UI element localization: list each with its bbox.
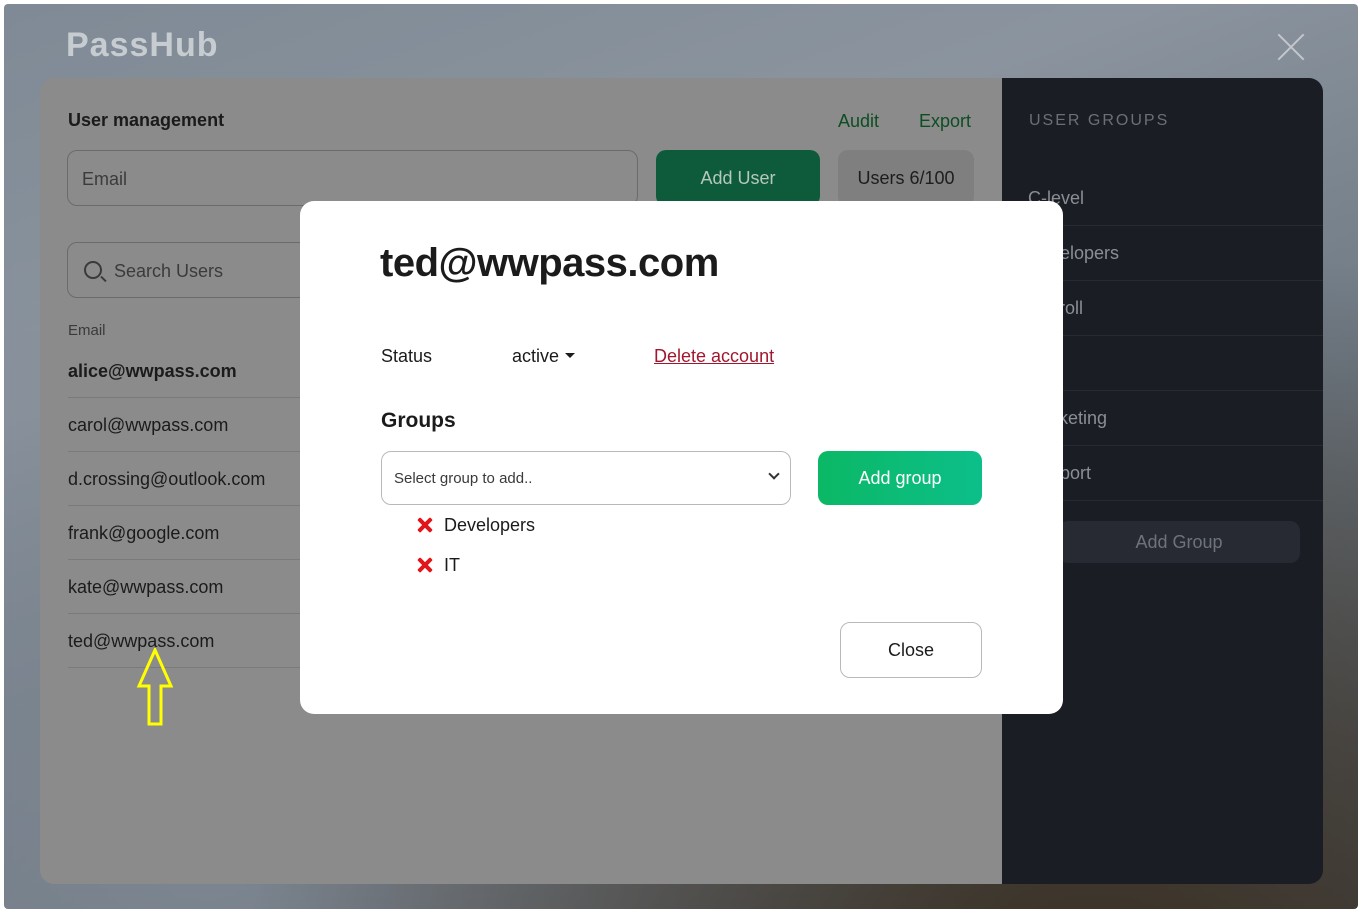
assigned-group-label: Developers [444,515,536,535]
group-select-placeholder: Select group to add.. [394,470,533,487]
email-placeholder: Email [82,169,128,189]
modal-close-icon[interactable] [790,212,820,242]
groups-heading: Groups [381,409,456,432]
email-input[interactable]: Email [67,150,638,206]
caret-down-icon[interactable] [565,353,575,358]
audit-link[interactable]: Audit [838,111,879,132]
yellow-arrow-annotation [136,648,174,726]
chevron-down-icon [768,468,780,480]
modal-title: ted@wwpass.com [380,241,719,285]
user-row[interactable]: carol@wwpass.com [68,398,308,452]
group-select[interactable]: Select group to add.. [381,451,791,505]
sidebar-add-group-button[interactable]: Add Group [1058,521,1300,563]
passhub-logo: PassHub [66,26,219,64]
export-link[interactable]: Export [919,111,971,132]
users-count-badge: Users 6/100 [838,150,974,206]
add-user-button[interactable]: Add User [656,150,820,206]
user-groups-title: USER GROUPS [1029,112,1170,129]
user-row[interactable]: d.crossing@outlook.com [68,452,308,506]
user-row[interactable]: alice@wwpass.com [68,344,308,398]
remove-group-icon[interactable] [417,517,433,533]
status-label: Status [381,346,433,366]
add-group-button[interactable]: Add group [818,451,982,505]
delete-account-link[interactable]: Delete account [654,346,774,367]
user-row[interactable]: frank@google.com [68,506,308,560]
user-row[interactable]: kate@wwpass.com [68,560,308,614]
user-row[interactable]: ted@wwpass.com [68,614,308,668]
assigned-group-label: IT [444,555,460,575]
search-icon [84,261,102,279]
page-title: User management [68,110,225,130]
status-dropdown[interactable]: active [512,346,559,367]
close-icon[interactable] [1276,32,1306,62]
close-button[interactable]: Close [840,622,982,678]
email-column-header: Email [68,322,106,339]
user-details-modal: ted@wwpass.com Status active Delete acco… [300,201,1063,714]
search-placeholder: Search Users [114,261,224,281]
remove-group-icon[interactable] [417,557,433,573]
